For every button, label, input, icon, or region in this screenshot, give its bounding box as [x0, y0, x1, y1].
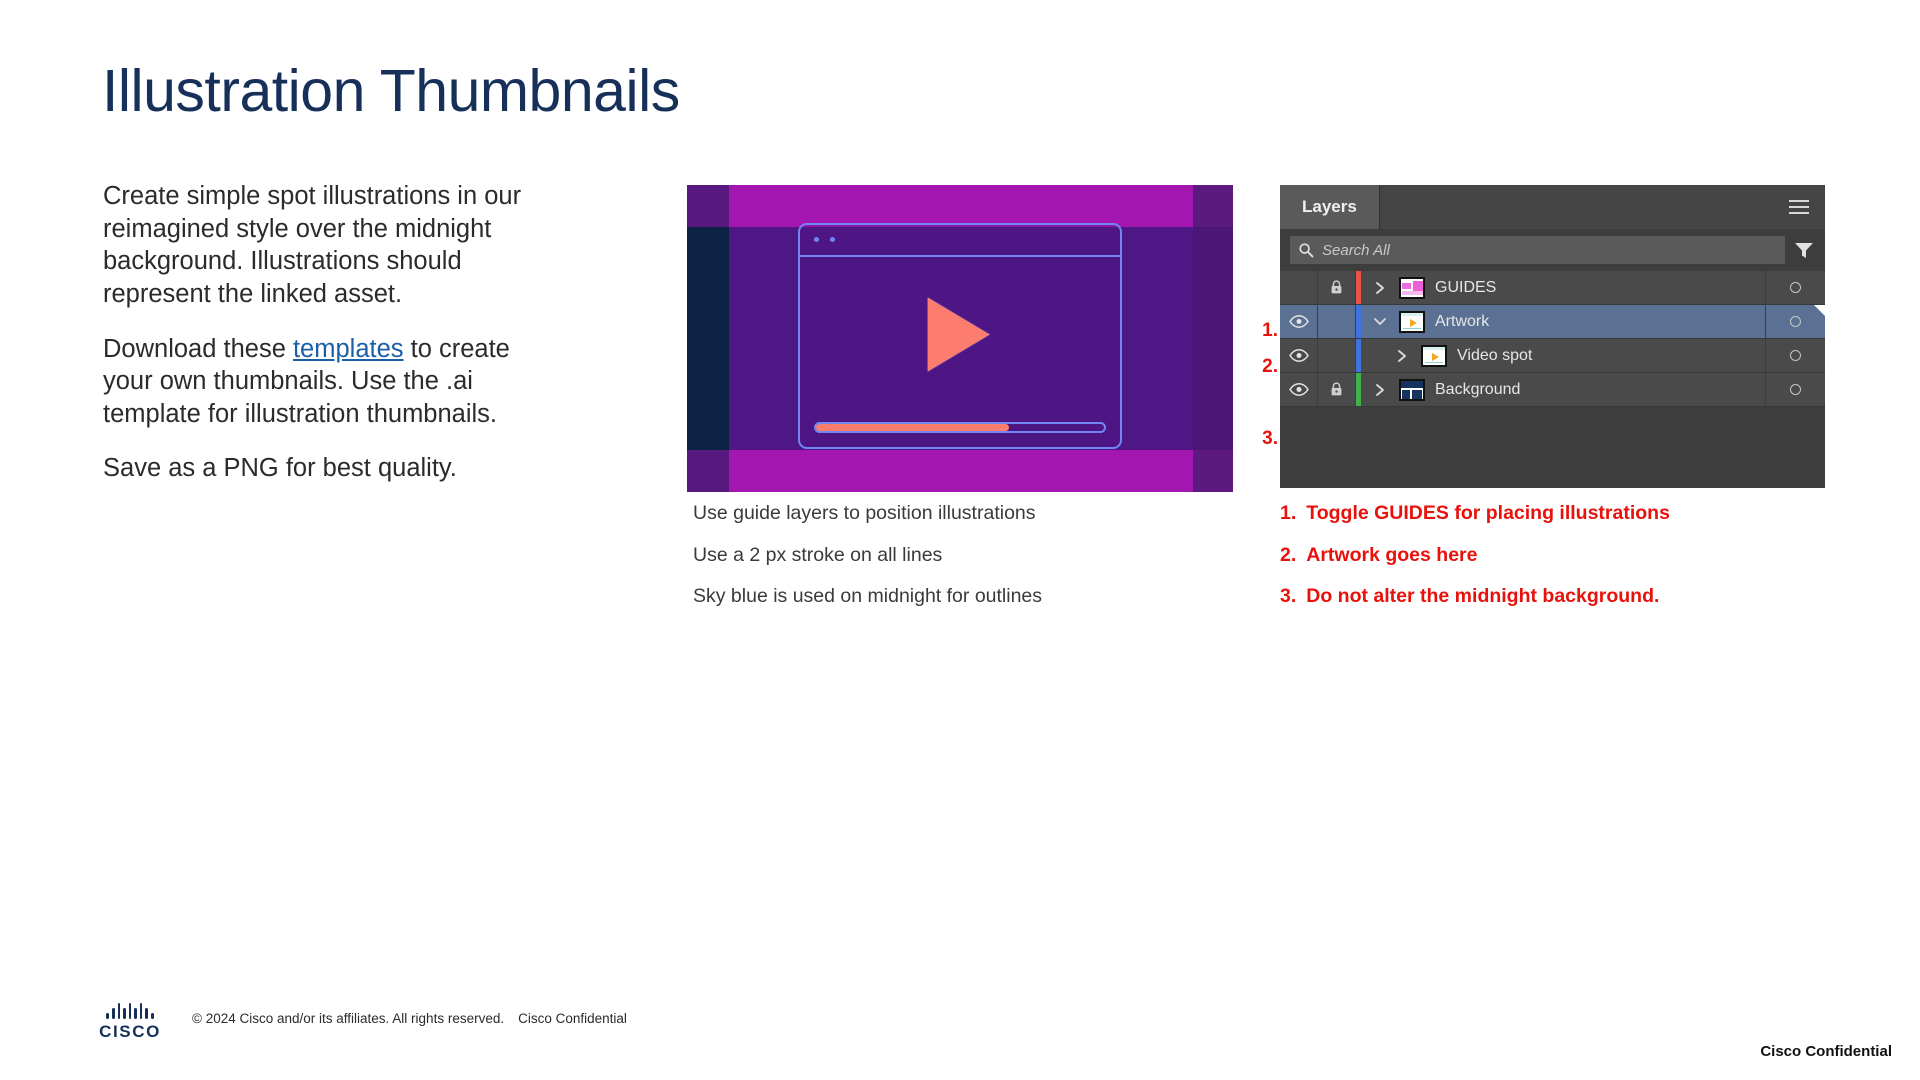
layer-name: Artwork	[1435, 312, 1490, 330]
caption-line: Use guide layers to position illustratio…	[693, 502, 1036, 524]
page-title: Illustration Thumbnails	[102, 58, 680, 124]
selection-corner-marker	[1814, 305, 1825, 316]
search-icon	[1299, 243, 1314, 258]
layer-thumbnail-background	[1399, 378, 1425, 401]
callout-number-3: 3.	[1262, 428, 1278, 449]
footer-copyright: © 2024 Cisco and/or its affiliates. All …	[192, 1011, 505, 1026]
layer-name: Video spot	[1457, 346, 1533, 364]
lock-toggle[interactable]	[1318, 373, 1356, 406]
magenta-top-band	[687, 185, 1233, 227]
slide-footer: CISCO © 2024 Cisco and/or its affiliates…	[0, 970, 1920, 1080]
layer-name: GUIDES	[1435, 278, 1497, 296]
layers-search-box[interactable]	[1290, 236, 1785, 264]
table-row[interactable]: Background	[1280, 373, 1825, 407]
titlebar-dot-icon	[830, 237, 835, 242]
target-circle-icon[interactable]	[1765, 373, 1825, 406]
lock-toggle[interactable]	[1318, 271, 1356, 304]
lock-icon	[1331, 382, 1342, 396]
chevron-down-icon	[1374, 318, 1386, 325]
layers-panel-screenshot: Layers Search All GUIDES Artwork Video s…	[1280, 185, 1825, 488]
cisco-wordmark: CISCO	[99, 1022, 161, 1041]
callout-number-column: 1. 2. 3.	[1248, 185, 1278, 488]
note-text: Artwork goes here	[1306, 543, 1478, 566]
layer-list: GUIDES Artwork Video spot Background	[1280, 271, 1825, 488]
note-text: Toggle GUIDES for placing illustrations	[1306, 502, 1670, 524]
table-row[interactable]: Video spot	[1280, 339, 1825, 373]
footer-confidential: Cisco Confidential	[518, 1011, 627, 1026]
eye-icon	[1288, 349, 1309, 362]
caption-line: Sky blue is used on midnight for outline…	[693, 585, 1043, 607]
cisco-bars-icon	[96, 1003, 164, 1019]
panel-tab-bar: Layers	[1280, 185, 1825, 229]
progress-bar-fill	[816, 424, 1009, 431]
thumbnail-captions: Use guide layers to position illustratio…	[693, 502, 1173, 629]
eye-icon	[1288, 383, 1309, 396]
layer-thumbnail-guides	[1399, 276, 1425, 299]
table-row[interactable]: Artwork	[1280, 305, 1825, 339]
lock-toggle[interactable]	[1318, 305, 1356, 338]
chevron-right-icon	[1397, 349, 1406, 362]
chevron-right-icon	[1375, 383, 1384, 396]
target-circle-icon[interactable]	[1765, 339, 1825, 372]
visibility-toggle[interactable]	[1280, 271, 1318, 304]
layer-color-bar	[1356, 339, 1361, 372]
templates-link[interactable]: templates	[293, 335, 404, 363]
magenta-bottom-band	[687, 450, 1233, 492]
note-line: 1. Toggle GUIDES for placing illustratio…	[1280, 502, 1740, 524]
note-line: 2. Artwork goes here	[1280, 543, 1740, 566]
expand-chevron[interactable]	[1383, 339, 1421, 372]
expand-chevron[interactable]	[1361, 373, 1399, 406]
note-number: 3.	[1280, 585, 1297, 607]
paragraph-2: Download these templates to create your …	[103, 333, 543, 431]
note-number: 2.	[1280, 543, 1297, 566]
search-input[interactable]	[1322, 241, 1777, 259]
paragraph-3: Save as a PNG for best quality.	[103, 454, 457, 483]
midnight-left-block	[687, 227, 729, 450]
play-triangle-icon	[927, 297, 990, 372]
caption-line: Use a 2 px stroke on all lines	[693, 543, 943, 566]
paragraph-1: Create simple spot illustrations in our …	[103, 182, 522, 308]
layer-name: Background	[1435, 380, 1521, 398]
note-text: Do not alter the midnight background.	[1306, 585, 1660, 607]
layer-thumbnail-video-spot	[1421, 344, 1447, 367]
filter-icon[interactable]	[1793, 240, 1815, 260]
visibility-toggle[interactable]	[1280, 305, 1318, 338]
purple-right-bottom-block	[1193, 450, 1233, 492]
callout-notes: 1. Toggle GUIDES for placing illustratio…	[1280, 502, 1740, 629]
hamburger-icon[interactable]	[1789, 200, 1809, 214]
layers-panel: Layers Search All GUIDES Artwork Video s…	[1280, 185, 1825, 488]
progress-bar-track	[814, 422, 1106, 433]
cisco-logo: CISCO	[96, 1003, 164, 1042]
lock-icon	[1331, 280, 1342, 294]
callout-number-1: 1.	[1262, 320, 1278, 341]
tab-layers[interactable]: Layers	[1280, 185, 1380, 229]
table-row[interactable]: GUIDES	[1280, 271, 1825, 305]
lock-toggle[interactable]	[1318, 339, 1356, 372]
browser-titlebar	[798, 223, 1122, 257]
note-number: 1.	[1280, 502, 1297, 524]
collapse-chevron[interactable]	[1361, 305, 1399, 338]
target-circle-icon[interactable]	[1765, 271, 1825, 304]
visibility-toggle[interactable]	[1280, 339, 1318, 372]
tab-layers-label: Layers	[1302, 197, 1357, 216]
illustration-thumbnail-preview	[687, 185, 1233, 492]
corner-confidential-label: Cisco Confidential	[1760, 1043, 1892, 1060]
copy-column: Create simple spot illustrations in our …	[103, 180, 543, 485]
eye-icon	[1288, 315, 1309, 328]
expand-chevron[interactable]	[1361, 271, 1399, 304]
purple-right-top-block	[1193, 185, 1233, 227]
titlebar-dot-icon	[814, 237, 819, 242]
browser-window-illustration	[798, 223, 1122, 449]
purple-right-mid-block	[1193, 227, 1233, 450]
footer-legal: © 2024 Cisco and/or its affiliates. All …	[192, 1011, 627, 1026]
paragraph-2-before: Download these	[103, 334, 293, 363]
chevron-right-icon	[1375, 281, 1384, 294]
visibility-toggle[interactable]	[1280, 373, 1318, 406]
thumbnail-canvas	[687, 185, 1233, 492]
layer-thumbnail-artwork	[1399, 310, 1425, 333]
layers-search-row	[1280, 229, 1825, 271]
note-line: 3. Do not alter the midnight background.	[1280, 585, 1740, 607]
callout-number-2: 2.	[1262, 356, 1278, 377]
